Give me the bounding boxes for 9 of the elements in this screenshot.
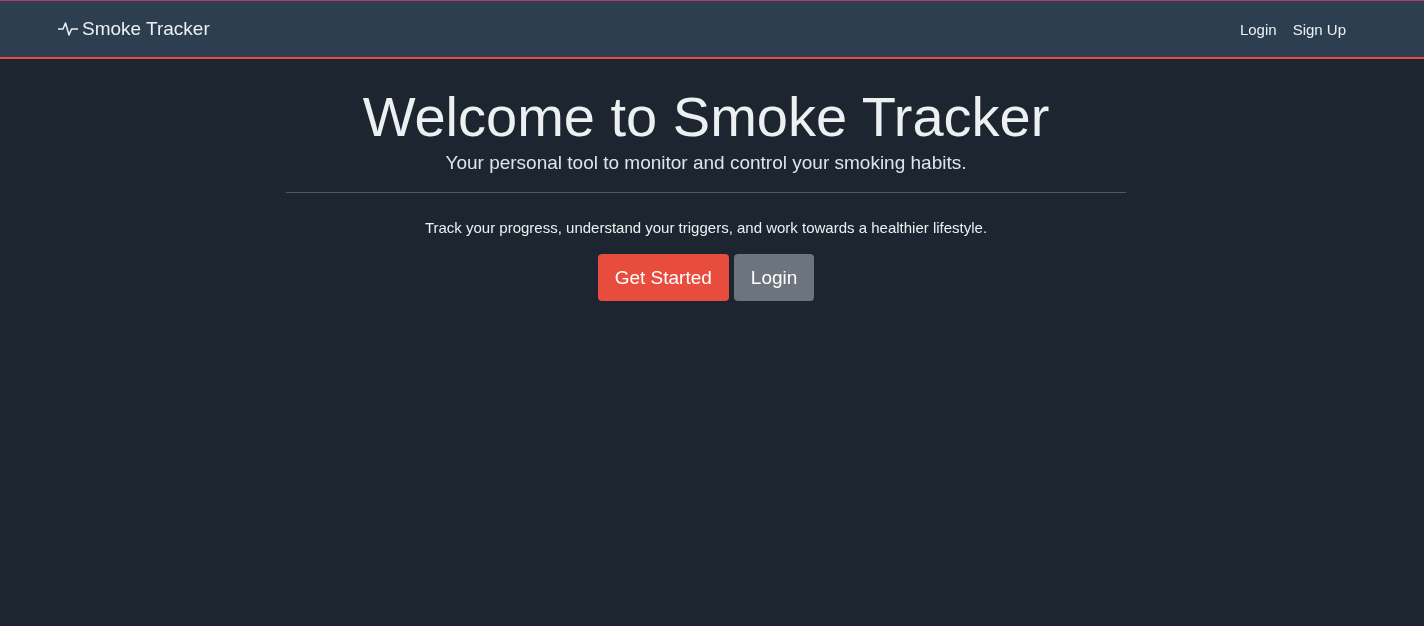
pulse-icon xyxy=(58,22,78,36)
login-button[interactable]: Login xyxy=(733,254,815,302)
brand-link[interactable]: Smoke Tracker xyxy=(58,18,210,40)
hero-subtitle: Your personal tool to monitor and control your smoking habits. xyxy=(445,152,967,175)
nav-link[interactable]: Sign Up xyxy=(1292,20,1346,38)
hero-text: Track your progress, understand your triggers, and work towards a healthier lifestyle. xyxy=(424,219,988,237)
nav-link[interactable]: Login xyxy=(1239,20,1277,38)
get-started-button[interactable]: Get Started xyxy=(597,254,729,302)
hero-title: Welcome to Smoke Tracker xyxy=(362,84,1050,150)
